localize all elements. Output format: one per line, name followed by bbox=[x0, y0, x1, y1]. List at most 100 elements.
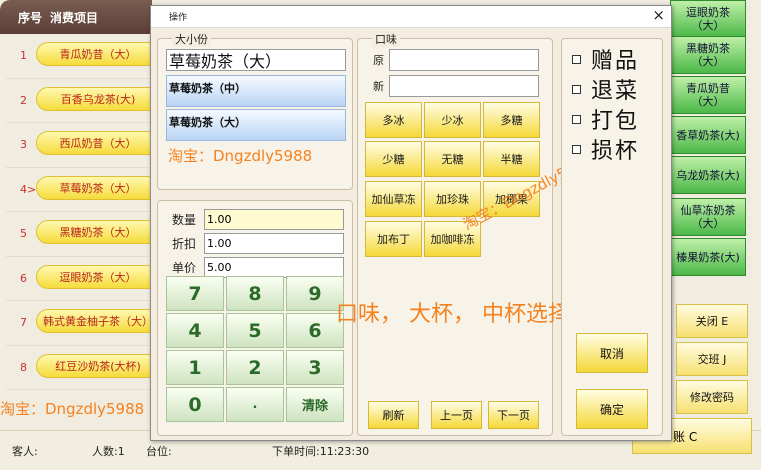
gift-label: 赠品 bbox=[591, 49, 640, 74]
quantity-row: 数量 bbox=[172, 209, 344, 230]
menu-item-button[interactable]: 香草奶茶(大) bbox=[670, 116, 746, 154]
order-num: 2 bbox=[20, 93, 27, 107]
operation-dialog: 操作 × 大小份 草莓奶茶（大） 草莓奶茶（中） 草莓奶茶（大） 淘宝：Dngz… bbox=[150, 5, 672, 441]
discount-label: 折扣 bbox=[172, 237, 197, 251]
discount-input[interactable] bbox=[204, 233, 344, 254]
taste-group-legend: 口味 bbox=[372, 31, 400, 47]
dialog-title: 操作 bbox=[169, 13, 188, 23]
close-shift-button[interactable]: 关闭 E bbox=[676, 304, 748, 338]
order-row[interactable]: 6 逗眼奶茶（大） bbox=[6, 257, 160, 301]
numpad-clear-button[interactable]: 清除 bbox=[286, 387, 344, 422]
order-list: 1 青瓜奶昔（大） 2 百香乌龙茶(大) 3 西瓜奶昔（大） 4> 草莓奶茶（大） 5黑… bbox=[0, 34, 160, 390]
order-num: 8 bbox=[20, 360, 27, 374]
taste-button[interactable]: 少冰 bbox=[424, 102, 481, 138]
numpad-key-0[interactable]: 0 bbox=[166, 387, 224, 422]
order-item-name: 逗眼奶茶（大） bbox=[36, 264, 160, 289]
order-num: 1 bbox=[20, 49, 27, 63]
order-item-name: 百香乌龙茶(大) bbox=[36, 86, 160, 111]
table-label: 台位: bbox=[146, 445, 172, 458]
price-input[interactable] bbox=[204, 257, 344, 278]
menu-item-button[interactable]: 黑糖奶茶（大） bbox=[670, 36, 746, 74]
quantity-input[interactable] bbox=[204, 209, 344, 230]
numpad-key-dot[interactable]: . bbox=[226, 387, 284, 422]
numpad-key-5[interactable]: 5 bbox=[226, 313, 284, 348]
order-num: 3 bbox=[20, 138, 27, 152]
cancel-button[interactable]: 取消 bbox=[576, 333, 648, 373]
taste-button[interactable]: 加布丁 bbox=[365, 221, 422, 257]
item-column-header: 消费项目 bbox=[50, 10, 99, 25]
people-count: 人数:1 bbox=[92, 445, 125, 458]
checkbox[interactable] bbox=[572, 114, 581, 124]
takeaway-option[interactable]: 打包 bbox=[572, 103, 639, 135]
broken-cup-label: 损杯 bbox=[591, 139, 640, 164]
original-taste-input[interactable] bbox=[389, 49, 539, 71]
taste-button[interactable]: 半糖 bbox=[483, 141, 540, 177]
order-row[interactable]: 1 青瓜奶昔（大） bbox=[6, 34, 160, 79]
checkbox[interactable] bbox=[572, 54, 581, 64]
numpad-key-8[interactable]: 8 bbox=[226, 276, 284, 311]
taste-button[interactable]: 无糖 bbox=[424, 141, 481, 177]
selected-size-field[interactable]: 草莓奶茶（大） bbox=[166, 49, 346, 71]
order-item-name: 黑糖奶茶（大） bbox=[36, 220, 160, 244]
order-num: 6 bbox=[20, 271, 27, 285]
return-dish-option[interactable]: 退菜 bbox=[572, 73, 639, 105]
right-scroll-strip bbox=[752, 0, 761, 470]
order-item-name: 西瓜奶昔（大） bbox=[36, 131, 160, 155]
taste-button[interactable]: 少糖 bbox=[365, 141, 422, 177]
next-page-button[interactable]: 下一页 bbox=[488, 401, 539, 429]
order-item-name: 红豆沙奶茶(大杯) bbox=[36, 353, 160, 378]
confirm-button[interactable]: 确定 bbox=[576, 389, 648, 429]
discount-row: 折扣 bbox=[172, 233, 344, 254]
dialog-titlebar: 操作 × bbox=[151, 6, 671, 28]
numpad-key-2[interactable]: 2 bbox=[226, 350, 284, 385]
order-num: 7 bbox=[20, 316, 27, 330]
new-taste-input[interactable] bbox=[389, 75, 539, 97]
menu-item-button[interactable]: 榛果奶茶(大) bbox=[670, 238, 746, 276]
prev-page-button[interactable]: 上一页 bbox=[431, 401, 482, 429]
watermark-text: 淘宝：Dngzdly5988 bbox=[168, 147, 313, 165]
takeaway-label: 打包 bbox=[591, 109, 640, 134]
taste-button[interactable]: 多冰 bbox=[365, 102, 422, 138]
quantity-group: 数量 折扣 单价 7 8 9 4 5 6 1 2 3 0 . 清除 bbox=[157, 200, 353, 436]
change-password-button[interactable]: 修改密码 bbox=[676, 380, 748, 414]
refresh-button[interactable]: 刷新 bbox=[368, 401, 419, 429]
numpad-key-4[interactable]: 4 bbox=[166, 313, 224, 348]
new-taste-row: 新 bbox=[373, 75, 539, 97]
numpad-key-3[interactable]: 3 bbox=[286, 350, 344, 385]
size-option[interactable]: 草莓奶茶（中） bbox=[166, 75, 346, 107]
watermark-text: 淘宝：Dngzdly5988 bbox=[0, 400, 145, 418]
size-option[interactable]: 草莓奶茶（大） bbox=[166, 109, 346, 141]
order-time: 下单时间:11:23:30 bbox=[272, 445, 370, 458]
handover-button[interactable]: 交班 J bbox=[676, 342, 748, 376]
menu-item-button[interactable]: 仙草冻奶茶（大） bbox=[670, 198, 746, 236]
menu-item-button[interactable]: 乌龙奶茶(大) bbox=[670, 156, 746, 194]
menu-item-button[interactable]: 逗眼奶茶（大） bbox=[670, 0, 746, 38]
gift-option[interactable]: 赠品 bbox=[572, 43, 639, 75]
checkbox[interactable] bbox=[572, 84, 581, 94]
order-num: 4> bbox=[20, 182, 37, 196]
order-row[interactable]: 8 红豆沙奶茶(大杯) bbox=[6, 346, 160, 390]
guest-label: 客人: bbox=[12, 445, 38, 458]
order-num: 5 bbox=[20, 227, 27, 241]
order-item-name: 草莓奶茶（大） bbox=[36, 175, 160, 200]
quantity-label: 数量 bbox=[172, 213, 197, 227]
order-row[interactable]: 5 黑糖奶茶（大） bbox=[6, 212, 160, 257]
taste-button[interactable]: 加仙草冻 bbox=[365, 181, 422, 217]
size-group-legend: 大小份 bbox=[172, 31, 211, 47]
order-item-name: 青瓜奶昔（大） bbox=[36, 42, 160, 66]
order-item-name: 韩式黄金柚子茶（大） bbox=[36, 309, 160, 333]
menu-item-button[interactable]: 青瓜奶昔（大） bbox=[670, 76, 746, 114]
close-icon[interactable]: × bbox=[652, 6, 665, 24]
taste-button[interactable]: 多糖 bbox=[483, 102, 540, 138]
price-label: 单价 bbox=[172, 261, 197, 275]
order-row[interactable]: 7 韩式黄金柚子茶（大） bbox=[6, 301, 160, 346]
order-row[interactable]: 2 百香乌龙茶(大) bbox=[6, 79, 160, 123]
order-row[interactable]: 4> 草莓奶茶（大） bbox=[6, 168, 160, 212]
numpad-key-7[interactable]: 7 bbox=[166, 276, 224, 311]
checkbox[interactable] bbox=[572, 144, 581, 154]
broken-cup-option[interactable]: 损杯 bbox=[572, 133, 639, 165]
numpad-key-1[interactable]: 1 bbox=[166, 350, 224, 385]
new-taste-label: 新 bbox=[373, 80, 384, 93]
order-row[interactable]: 3 西瓜奶昔（大） bbox=[6, 123, 160, 168]
taste-group: 口味 原 新 多冰 少冰 多糖 少糖 无糖 半糖 加仙草冻 加珍珠 加椰果 加布… bbox=[357, 31, 553, 436]
